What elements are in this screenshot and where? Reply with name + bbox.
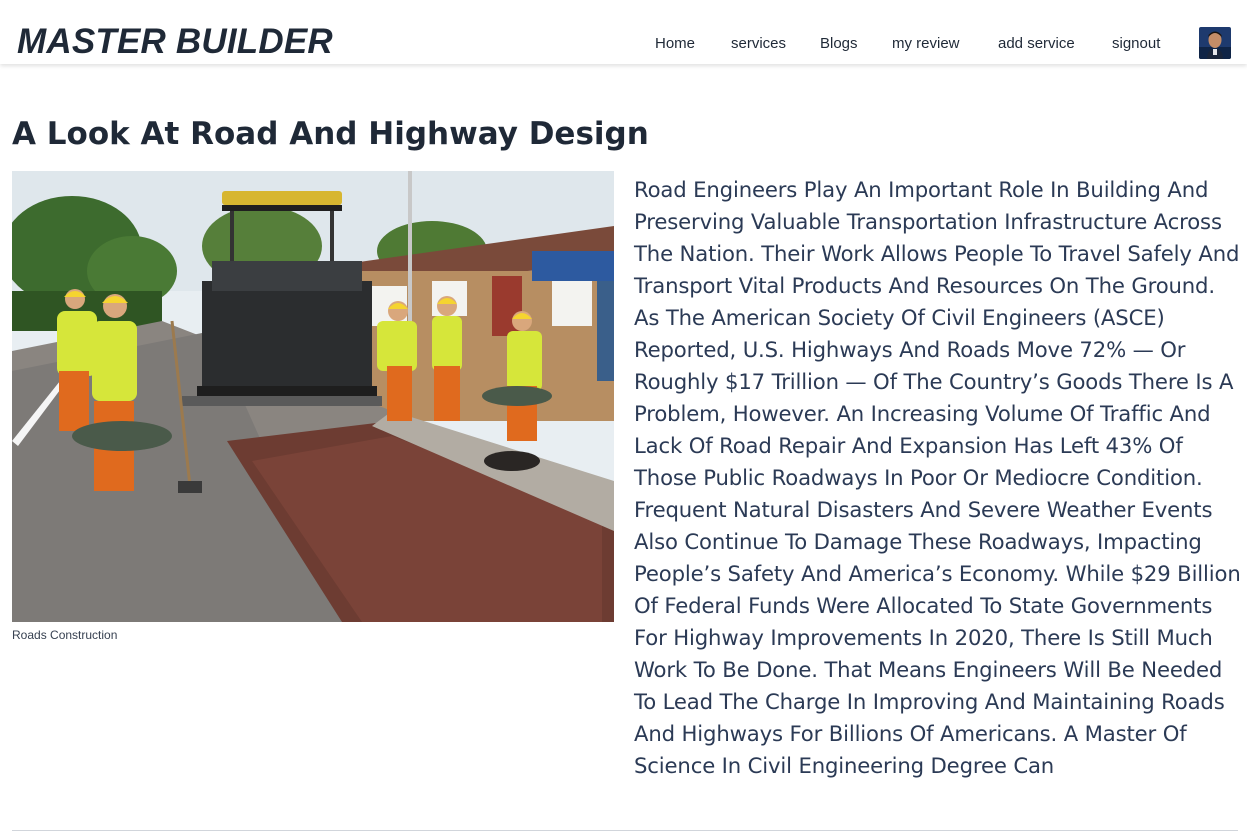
blog-title: A Look At Road And Highway Design bbox=[12, 116, 649, 152]
avatar-image bbox=[1199, 27, 1231, 59]
user-avatar[interactable] bbox=[1199, 27, 1231, 59]
nav-services-link[interactable]: services bbox=[731, 34, 786, 54]
blog-body-text: Road Engineers Play An Important Role In… bbox=[634, 177, 1241, 778]
road-construction-illustration bbox=[12, 171, 614, 622]
nav-home-link[interactable]: Home bbox=[655, 34, 695, 54]
nav-add-service-link[interactable]: add service bbox=[998, 34, 1075, 54]
top-navbar: MASTER BUILDER Home services Blogs my re… bbox=[0, 0, 1247, 64]
nav-blogs-link[interactable]: Blogs bbox=[820, 34, 858, 54]
nav-my-review-link[interactable]: my review bbox=[892, 34, 960, 54]
section-divider bbox=[12, 830, 1238, 831]
nav-links: Home services Blogs my review add servic… bbox=[0, 34, 1247, 54]
image-caption: Roads Construction bbox=[12, 628, 118, 642]
road-construction-image bbox=[12, 171, 614, 622]
worker-1 bbox=[92, 294, 137, 491]
nav-signout-link[interactable]: signout bbox=[1112, 34, 1160, 54]
